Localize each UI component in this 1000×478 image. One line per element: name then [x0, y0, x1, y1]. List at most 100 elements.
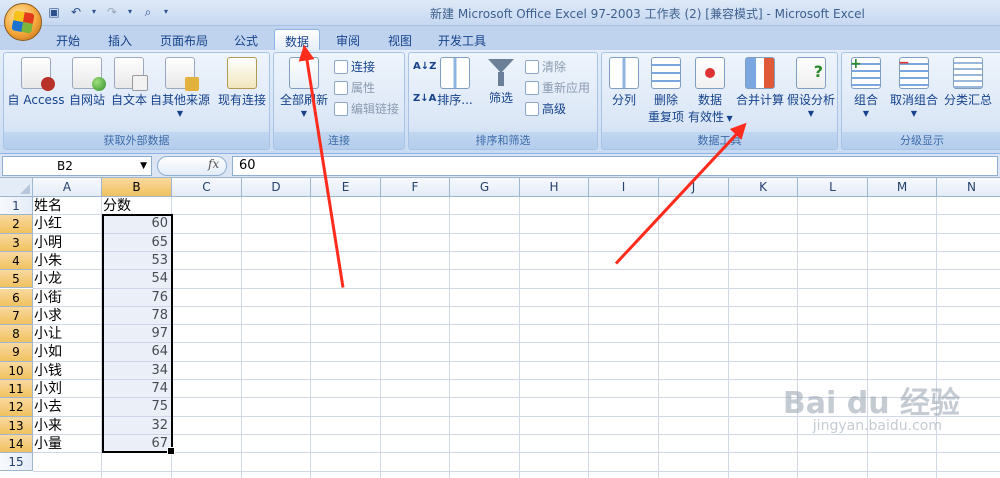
row-header-6[interactable]: 6 — [0, 288, 33, 307]
cell-b9[interactable]: 64 — [103, 343, 171, 361]
existing-connections-button[interactable]: 现有连接 — [216, 57, 268, 108]
sort-ascending-icon[interactable]: A↓Z — [413, 61, 436, 72]
ungroup-button[interactable]: 取消组合 ▼ — [888, 55, 940, 118]
select-all-button[interactable] — [0, 178, 33, 197]
cell-b11[interactable]: 74 — [103, 380, 171, 398]
tab-insert[interactable]: 插入 — [100, 29, 140, 50]
tab-developer[interactable]: 开发工具 — [430, 29, 494, 50]
cell-a6[interactable]: 小街 — [34, 289, 101, 307]
cell-b2[interactable]: 60 — [103, 215, 171, 233]
row-header-12[interactable]: 12 — [0, 398, 33, 417]
column-header-f[interactable]: F — [381, 178, 450, 197]
cell-b14[interactable]: 67 — [103, 435, 171, 453]
chevron-down-icon[interactable]: ▼ — [140, 157, 147, 175]
tab-view[interactable]: 视图 — [380, 29, 420, 50]
cell-a8[interactable]: 小让 — [34, 325, 101, 343]
cell-a9[interactable]: 小如 — [34, 343, 101, 361]
what-if-analysis-button[interactable]: 假设分析 ▼ — [786, 57, 836, 118]
from-web-button[interactable]: 自网站 — [66, 57, 108, 108]
cell-b13[interactable]: 32 — [103, 417, 171, 435]
column-header-k[interactable]: K — [729, 178, 798, 197]
row-header-2[interactable]: 2 — [0, 215, 33, 234]
redo-icon[interactable]: ↷ — [104, 4, 120, 20]
save-icon[interactable]: ▣ — [46, 4, 62, 20]
tab-review[interactable]: 审阅 — [328, 29, 368, 50]
cell-a14[interactable]: 小量 — [34, 435, 101, 453]
row-header-3[interactable]: 3 — [0, 233, 33, 252]
cell-a11[interactable]: 小刘 — [34, 380, 101, 398]
tab-formulas[interactable]: 公式 — [226, 29, 266, 50]
cell-b7[interactable]: 78 — [103, 307, 171, 325]
cell-b10[interactable]: 34 — [103, 362, 171, 380]
cell-b4[interactable]: 53 — [103, 252, 171, 270]
undo-icon[interactable]: ↶ — [68, 4, 84, 20]
cell-a5[interactable]: 小龙 — [34, 270, 101, 288]
from-text-button[interactable]: 自文本 — [108, 57, 150, 108]
column-header-a[interactable]: A — [33, 178, 102, 197]
cell-a10[interactable]: 小钱 — [34, 362, 101, 380]
name-box[interactable]: B2 ▼ — [2, 156, 152, 176]
column-header-h[interactable]: H — [520, 178, 589, 197]
cell-a12[interactable]: 小去 — [34, 398, 101, 416]
edit-links-button[interactable]: 编辑链接 — [334, 100, 399, 117]
cell-b3[interactable]: 65 — [103, 234, 171, 252]
cell-a1[interactable]: 姓名 — [34, 197, 101, 215]
formula-input[interactable]: 60 — [232, 156, 998, 176]
row-header-10[interactable]: 10 — [0, 361, 33, 380]
insert-function-icon[interactable]: fx — [208, 157, 219, 171]
sort-button[interactable]: 排序... — [437, 57, 473, 108]
chevron-down-icon[interactable]: ▾ — [90, 4, 98, 20]
consolidate-button[interactable]: 合并计算 — [734, 57, 786, 108]
tab-page-layout[interactable]: 页面布局 — [152, 29, 216, 50]
row-header-15[interactable]: 15 — [0, 453, 33, 472]
column-header-g[interactable]: G — [450, 178, 520, 197]
row-header-13[interactable]: 13 — [0, 416, 33, 435]
column-header-b[interactable]: B — [102, 178, 172, 197]
row-header-7[interactable]: 7 — [0, 306, 33, 326]
chevron-down-icon[interactable]: ▾ — [126, 4, 134, 20]
row-header-8[interactable]: 8 — [0, 325, 33, 344]
advanced-filter-button[interactable]: 高级 — [525, 100, 566, 117]
tab-home[interactable]: 开始 — [48, 29, 88, 50]
row-header-9[interactable]: 9 — [0, 343, 33, 362]
office-button[interactable] — [4, 3, 42, 41]
data-validation-button[interactable]: 数据 有效性 ▼ — [688, 57, 733, 125]
column-header-l[interactable]: L — [798, 178, 868, 197]
subtotal-button[interactable]: 分类汇总 — [942, 57, 994, 108]
column-header-e[interactable]: E — [311, 178, 381, 197]
text-to-columns-button[interactable]: 分列 — [606, 57, 642, 108]
cell-a13[interactable]: 小来 — [34, 417, 101, 435]
column-header-n[interactable]: N — [937, 178, 1000, 197]
filter-button[interactable]: 筛选 — [483, 57, 519, 106]
refresh-all-button[interactable]: 全部刷新 ▼ — [276, 57, 332, 118]
reapply-button[interactable]: 重新应用 — [525, 79, 590, 96]
connections-button[interactable]: 连接 — [334, 58, 375, 75]
column-header-i[interactable]: I — [589, 178, 659, 197]
row-header-14[interactable]: 14 — [0, 434, 33, 454]
clear-filter-button[interactable]: 清除 — [525, 58, 566, 75]
from-access-button[interactable]: 自 Access — [6, 57, 66, 108]
cell-b8[interactable]: 97 — [103, 325, 171, 343]
cell-b5[interactable]: 54 — [103, 270, 171, 288]
sort-descending-icon[interactable]: Z↓A — [413, 93, 436, 104]
cell-a2[interactable]: 小红 — [34, 215, 101, 233]
cell-b1[interactable]: 分数 — [103, 197, 171, 215]
cell-a7[interactable]: 小求 — [34, 307, 101, 325]
print-preview-icon[interactable]: ⌕ — [140, 4, 156, 20]
cell-a3[interactable]: 小明 — [34, 234, 101, 252]
properties-button[interactable]: 属性 — [334, 79, 375, 96]
remove-duplicates-button[interactable]: 删除 重复项 — [646, 57, 686, 125]
row-header-1[interactable]: 1 — [0, 197, 33, 216]
row-header-4[interactable]: 4 — [0, 251, 33, 271]
column-header-d[interactable]: D — [242, 178, 311, 197]
cell-a4[interactable]: 小朱 — [34, 252, 101, 270]
from-other-sources-button[interactable]: 自其他来源 ▼ — [150, 57, 210, 118]
row-header-11[interactable]: 11 — [0, 380, 33, 399]
cell-b12[interactable]: 75 — [103, 398, 171, 416]
customize-qat-icon[interactable]: ▾ — [162, 4, 170, 20]
group-button[interactable]: 组合 ▼ — [848, 56, 884, 118]
row-header-5[interactable]: 5 — [0, 270, 33, 289]
column-header-m[interactable]: M — [868, 178, 937, 197]
column-header-c[interactable]: C — [172, 178, 242, 197]
cell-b6[interactable]: 76 — [103, 289, 171, 307]
